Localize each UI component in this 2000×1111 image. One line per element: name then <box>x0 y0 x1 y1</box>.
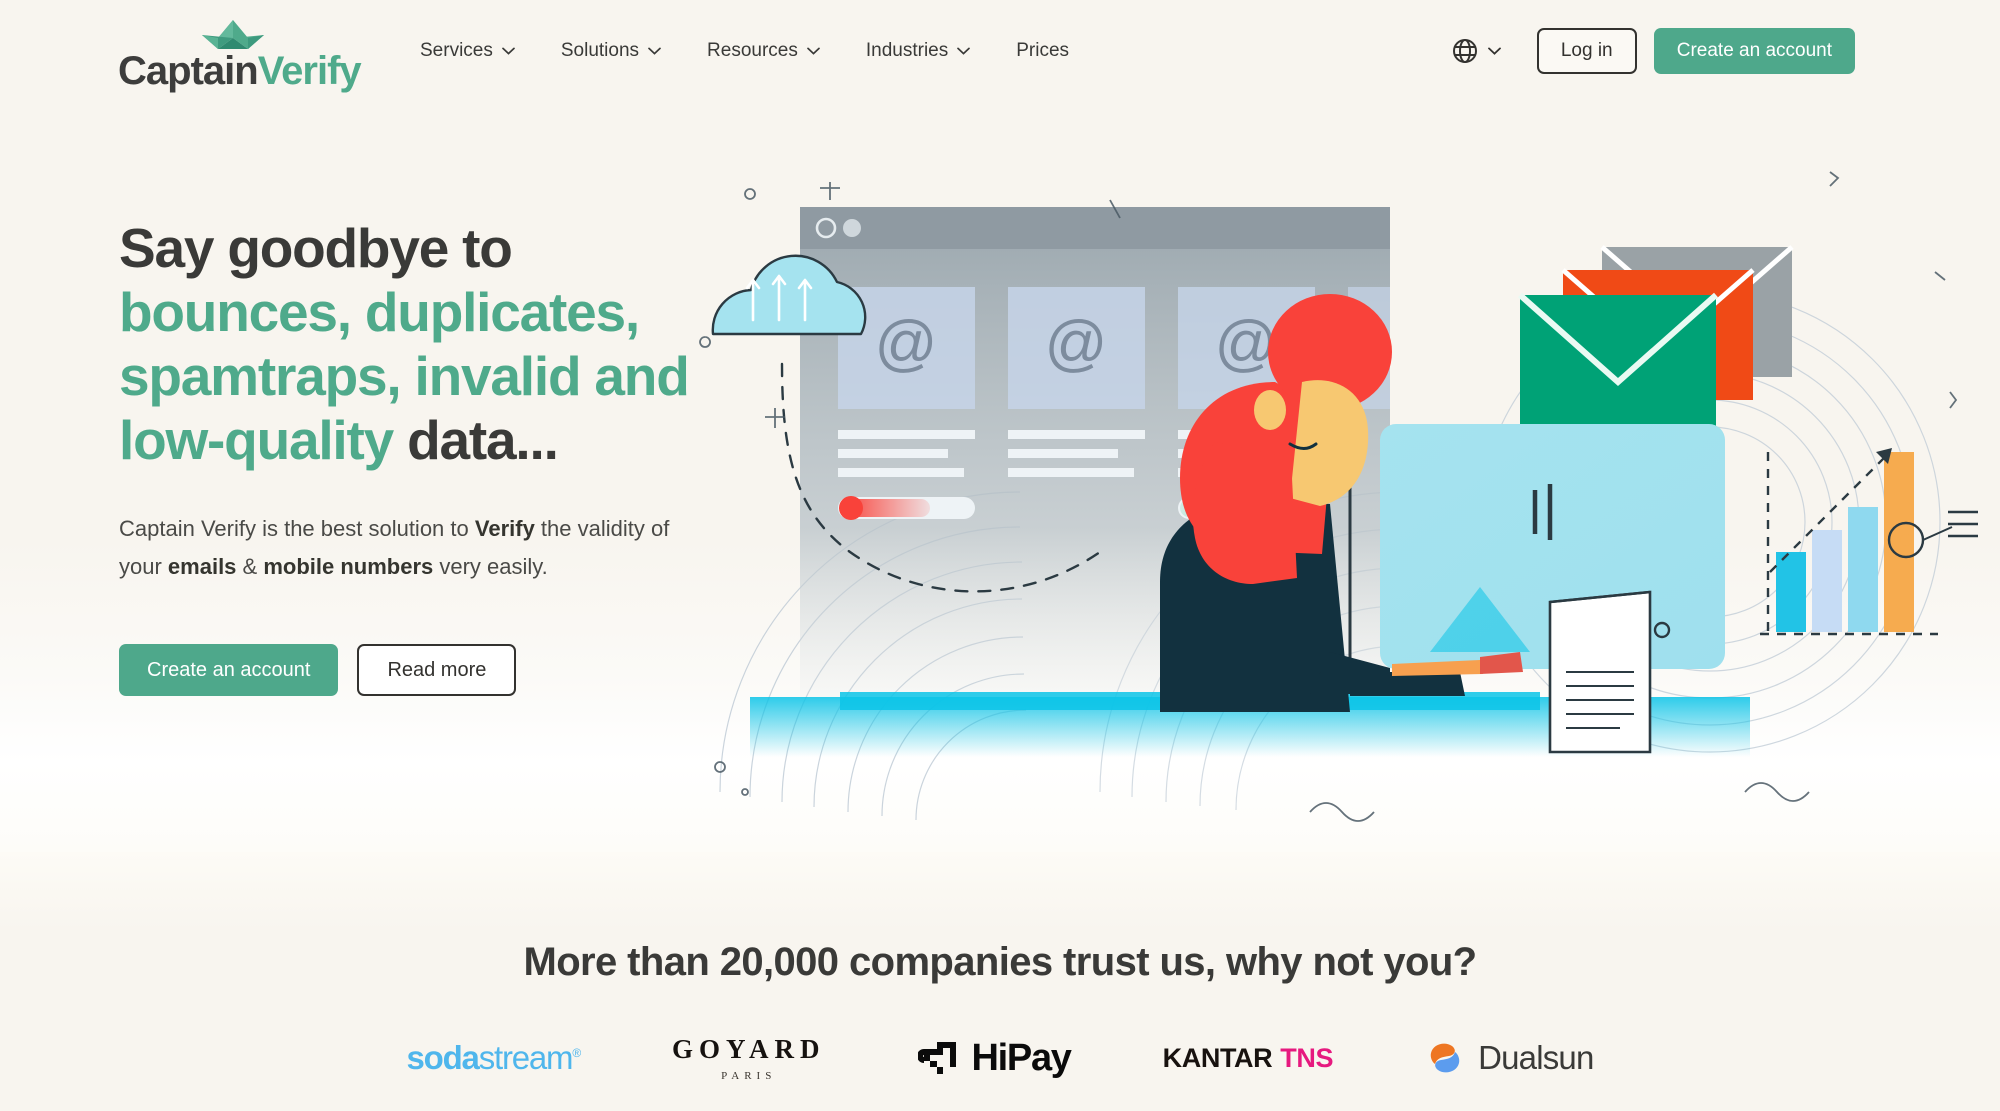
chevron-down-icon <box>957 47 971 55</box>
client-logo-hipay: HiPay <box>916 1028 1072 1088</box>
sodastream-part2: stream <box>478 1039 574 1076</box>
hero-copy: Say goodbye to bounces, duplicates, spam… <box>119 216 739 696</box>
nav-label-prices: Prices <box>1016 40 1070 61</box>
logo-text: CaptainVerify <box>118 48 362 94</box>
dualsun-wordmark: Dualsun <box>1425 1038 1594 1078</box>
hero-title-line1: Say goodbye to <box>119 217 513 279</box>
chevron-down-icon <box>1487 47 1501 55</box>
captain-hat-icon <box>200 18 266 50</box>
trust-section: More than 20,000 companies trust us, why… <box>0 852 2000 1111</box>
hipay-name: HiPay <box>971 1036 1072 1079</box>
svg-text:@: @ <box>1045 309 1108 378</box>
globe-icon <box>1452 38 1478 64</box>
site-header: CaptainVerify Services Solutions Resourc… <box>0 0 2000 112</box>
hero-sub-bold-verify: Verify <box>474 516 535 541</box>
kantar-name: KANTAR <box>1162 1042 1273 1073</box>
hero-cta-group: Create an account Read more <box>119 644 739 696</box>
nav-item-solutions[interactable]: Solutions <box>561 40 661 62</box>
dualsun-mark-icon <box>1425 1038 1465 1078</box>
hero-create-account-button[interactable]: Create an account <box>119 644 339 696</box>
hipay-mark-icon <box>916 1036 962 1080</box>
hero-title: Say goodbye to bounces, duplicates, spam… <box>119 216 739 472</box>
hero-illustration: @ @ @ <box>690 152 1980 852</box>
hero-sub-1: Captain Verify is the best solution to <box>119 516 475 541</box>
client-logo-dualsun: Dualsun <box>1425 1028 1594 1088</box>
client-logo-strip: sodastream® GOYARD PARIS HiPay KANTAR TN… <box>0 1028 2000 1088</box>
goyard-city: PARIS <box>721 1070 777 1082</box>
cyan-panel-graphic <box>1348 424 1725 669</box>
main-navigation: Services Solutions Resources Industries <box>420 40 1069 62</box>
nav-item-prices[interactable]: Prices <box>1016 40 1069 62</box>
sodastream-wordmark: sodastream® <box>406 1039 581 1077</box>
hero-sub-3: & <box>236 554 264 579</box>
goyard-name: GOYARD <box>672 1034 826 1064</box>
landing-page: CaptainVerify Services Solutions Resourc… <box>0 0 2000 1111</box>
hero-read-more-button[interactable]: Read more <box>357 644 517 696</box>
hero-section: Say goodbye to bounces, duplicates, spam… <box>0 112 2000 852</box>
sodastream-part1: soda <box>406 1039 479 1076</box>
document-graphic <box>1548 590 1652 754</box>
client-logo-sodastream: sodastream® <box>406 1028 581 1088</box>
nav-item-industries[interactable]: Industries <box>865 40 971 62</box>
sodastream-registered-mark: ® <box>572 1046 581 1060</box>
hero-title-highlight: bounces, duplicates, spamtraps, invalid … <box>119 281 690 471</box>
trust-title: More than 20,000 companies trust us, why… <box>523 940 1477 984</box>
svg-text:@: @ <box>1215 309 1278 378</box>
logo-text-verify: Verify <box>257 49 362 93</box>
client-logo-kantar-tns: KANTAR TNS <box>1162 1028 1334 1088</box>
goyard-wordmark: GOYARD PARIS <box>672 1034 826 1082</box>
chevron-down-icon <box>648 47 661 55</box>
chevron-down-icon <box>502 47 515 55</box>
logo[interactable]: CaptainVerify <box>118 18 362 94</box>
nav-item-resources[interactable]: Resources <box>707 40 820 62</box>
nav-label-services: Services <box>420 40 493 61</box>
nav-label-resources: Resources <box>707 40 798 61</box>
nav-item-services[interactable]: Services <box>420 40 515 62</box>
hipay-wordmark: HiPay <box>916 1036 1072 1080</box>
nav-label-industries: Industries <box>865 40 949 61</box>
chevron-down-icon <box>807 47 820 55</box>
language-switcher[interactable] <box>1452 38 1501 64</box>
hero-sub-bold-mobile: mobile numbers <box>263 554 434 579</box>
header-actions: Log in Create an account <box>1452 28 1855 74</box>
svg-text:@: @ <box>875 309 938 378</box>
hero-subtitle: Captain Verify is the best solution to V… <box>119 510 675 586</box>
tns-name: TNS <box>1280 1042 1334 1073</box>
login-button[interactable]: Log in <box>1536 28 1637 74</box>
dualsun-name: Dualsun <box>1478 1039 1594 1076</box>
hero-title-end: data... <box>407 409 559 471</box>
hero-sub-bold-emails: emails <box>167 554 237 579</box>
kantar-wordmark: KANTAR TNS <box>1162 1042 1334 1074</box>
header-create-account-button[interactable]: Create an account <box>1653 28 1855 74</box>
nav-label-solutions: Solutions <box>560 40 640 61</box>
logo-text-captain: Captain <box>118 49 259 93</box>
envelope-stack-graphic <box>1518 245 1794 431</box>
hero-sub-4: very easily. <box>433 554 548 579</box>
client-logo-goyard: GOYARD PARIS <box>672 1028 826 1088</box>
